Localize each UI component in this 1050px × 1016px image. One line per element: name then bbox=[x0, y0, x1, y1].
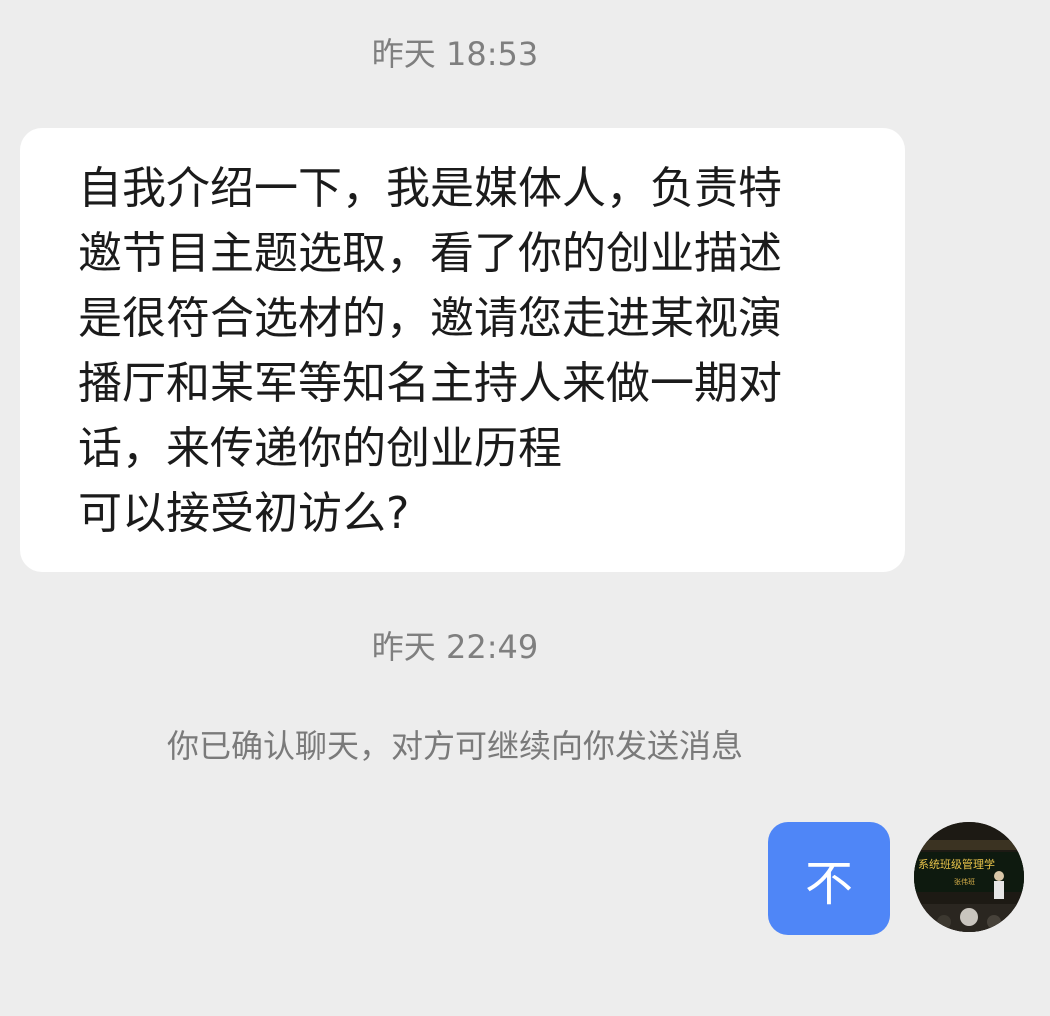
avatar-photo: 系统班级管理学 张伟班 bbox=[914, 822, 1024, 932]
avatar-speaker-body bbox=[994, 881, 1004, 899]
incoming-message-bubble[interactable]: 自我介绍一下，我是媒体人，负责特 邀节目主题选取，看了你的创业描述 是很符合选材… bbox=[20, 128, 905, 572]
outgoing-message-bubble[interactable]: 不 bbox=[768, 822, 890, 935]
message-line: 是很符合选材的，邀请您走进某视演 bbox=[78, 293, 782, 344]
message-line: 话，来传递你的创业历程 bbox=[78, 423, 562, 474]
avatar-ceiling bbox=[914, 840, 1024, 850]
system-notice: 你已确认聊天，对方可继续向你发送消息 bbox=[166, 727, 743, 765]
message-line: 自我介绍一下，我是媒体人，负责特 bbox=[78, 163, 782, 214]
avatar[interactable]: 系统班级管理学 张伟班 bbox=[914, 822, 1024, 932]
message-line: 可以接受初访么? bbox=[78, 488, 410, 539]
outgoing-message-text: 不 bbox=[804, 855, 853, 912]
timestamp: 昨天 22:49 bbox=[371, 628, 539, 666]
timestamp: 昨天 18:53 bbox=[371, 35, 539, 73]
avatar-audience-head bbox=[937, 915, 951, 929]
message-line: 播厅和某军等知名主持人来做一期对 bbox=[78, 358, 782, 409]
message-line: 邀节目主题选取，看了你的创业描述 bbox=[78, 228, 782, 279]
avatar-audience-head bbox=[987, 915, 1001, 929]
avatar-speaker-head bbox=[994, 871, 1004, 881]
avatar-audience-head bbox=[960, 908, 978, 926]
avatar-banner-text: 系统班级管理学 bbox=[918, 857, 995, 871]
avatar-sub-text: 张伟班 bbox=[954, 877, 975, 886]
